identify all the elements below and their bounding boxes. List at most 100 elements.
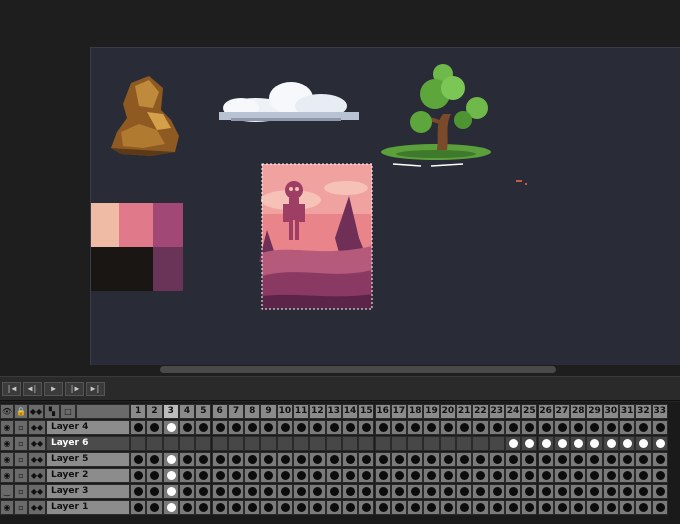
frame-cel[interactable] [325,452,342,467]
lock-icon[interactable]: ▫ [14,500,28,515]
frame-cel[interactable] [276,484,293,499]
frame-cel[interactable] [341,468,359,483]
frame-header-13[interactable]: 13 [325,404,342,419]
lock-icon[interactable]: ▫ [14,436,28,451]
frame-cel[interactable] [456,420,473,435]
next-frame-button[interactable]: |▶ [65,382,84,396]
onion-skin-icon[interactable]: ◆◆ [28,436,46,451]
onion-skin-icon[interactable]: ◆◆ [28,484,46,499]
frame-header-31[interactable]: 31 [619,404,636,419]
frame-header-9[interactable]: 9 [260,404,277,419]
frame-cel[interactable] [570,436,587,451]
frame-cel[interactable] [651,468,668,483]
eye-closed-icon[interactable]: ‿ [0,484,14,499]
frame-cel[interactable] [244,420,261,435]
onion-skin-header-icon[interactable]: ◆◆ [28,404,44,419]
frame-cel[interactable] [130,468,147,483]
layer-name[interactable]: Layer 1 [46,500,130,515]
frame-cel[interactable] [635,500,652,515]
frame-cel[interactable] [521,500,538,515]
onion-skin-icon[interactable]: ◆◆ [28,500,46,515]
frame-cel[interactable] [309,436,326,451]
frame-cel[interactable] [570,468,587,483]
frame-header-25[interactable]: 25 [521,404,538,419]
frame-cel[interactable] [195,484,212,499]
frame-cel[interactable] [423,484,440,499]
frame-cel[interactable] [423,500,440,515]
frame-cel[interactable] [472,452,489,467]
frame-cel[interactable] [488,468,505,483]
frame-cel[interactable] [488,484,505,499]
frame-header-19[interactable]: 19 [423,404,440,419]
frame-header-26[interactable]: 26 [537,404,554,419]
palette-swatch-1[interactable] [91,203,119,247]
frame-cel[interactable] [244,468,261,483]
frame-cel[interactable] [341,452,359,467]
eye-icon[interactable]: ◉ [0,500,14,515]
frame-cel[interactable] [586,452,603,467]
frame-cel[interactable] [619,500,636,515]
frame-cel[interactable] [309,468,326,483]
frame-header-18[interactable]: 18 [407,404,424,419]
sprite-canvas[interactable] [90,47,680,365]
frame-cel[interactable] [504,452,522,467]
frame-header-22[interactable]: 22 [472,404,489,419]
frame-header-12[interactable]: 12 [309,404,326,419]
frame-cel[interactable] [146,484,163,499]
frame-cel[interactable] [341,484,359,499]
frame-cel[interactable] [227,420,245,435]
frame-cel[interactable] [146,452,163,467]
frame-cel[interactable] [390,468,408,483]
frame-header-5[interactable]: 5 [195,404,212,419]
frame-cel[interactable] [276,500,293,515]
frame-cel[interactable] [619,452,636,467]
selected-artwork[interactable] [259,163,373,310]
frame-cel[interactable] [309,420,326,435]
frame-header-1[interactable]: 1 [130,404,147,419]
frame-cel[interactable] [293,500,310,515]
frame-cel[interactable] [276,468,293,483]
frame-cel[interactable] [195,500,212,515]
frame-cel[interactable] [456,484,473,499]
frame-cel[interactable] [244,484,261,499]
frame-cel[interactable] [537,452,554,467]
frame-cel[interactable] [537,484,554,499]
frame-cel[interactable] [374,484,391,499]
frame-cel[interactable] [374,468,391,483]
frame-cel[interactable] [586,468,603,483]
prev-frame-button[interactable]: ◀| [23,382,42,396]
frame-cel[interactable] [130,420,147,435]
frame-cel[interactable] [456,436,473,451]
frame-cel[interactable] [635,452,652,467]
frame-cel[interactable] [586,420,603,435]
palette-swatch-5[interactable] [153,247,183,291]
frame-cel[interactable] [407,420,424,435]
frame-cel[interactable] [456,500,473,515]
frame-cel[interactable] [325,468,342,483]
frame-cel[interactable] [456,468,473,483]
frame-cel[interactable] [260,436,277,451]
frame-cel[interactable] [293,452,310,467]
frame-cel[interactable] [390,500,408,515]
frame-cel[interactable] [260,500,277,515]
frame-cel[interactable] [276,436,293,451]
frame-cel[interactable] [423,468,440,483]
frame-cel[interactable] [472,484,489,499]
frame-cel[interactable] [211,484,228,499]
frame-header-8[interactable]: 8 [244,404,261,419]
frame-cel[interactable] [521,436,538,451]
frame-cel[interactable] [439,468,456,483]
frame-cel[interactable] [521,452,538,467]
frame-cel[interactable] [374,452,391,467]
frame-cel[interactable] [325,436,342,451]
eye-icon[interactable]: ◉ [0,452,14,467]
frame-cel[interactable] [521,420,538,435]
frame-cel[interactable] [537,420,554,435]
frame-cel[interactable] [390,436,408,451]
frame-cel[interactable] [341,436,359,451]
frame-cel[interactable] [325,420,342,435]
frame-cel[interactable] [146,436,163,451]
frame-header-14[interactable]: 14 [341,404,359,419]
frame-cel[interactable] [211,436,228,451]
frame-cel[interactable] [488,420,505,435]
